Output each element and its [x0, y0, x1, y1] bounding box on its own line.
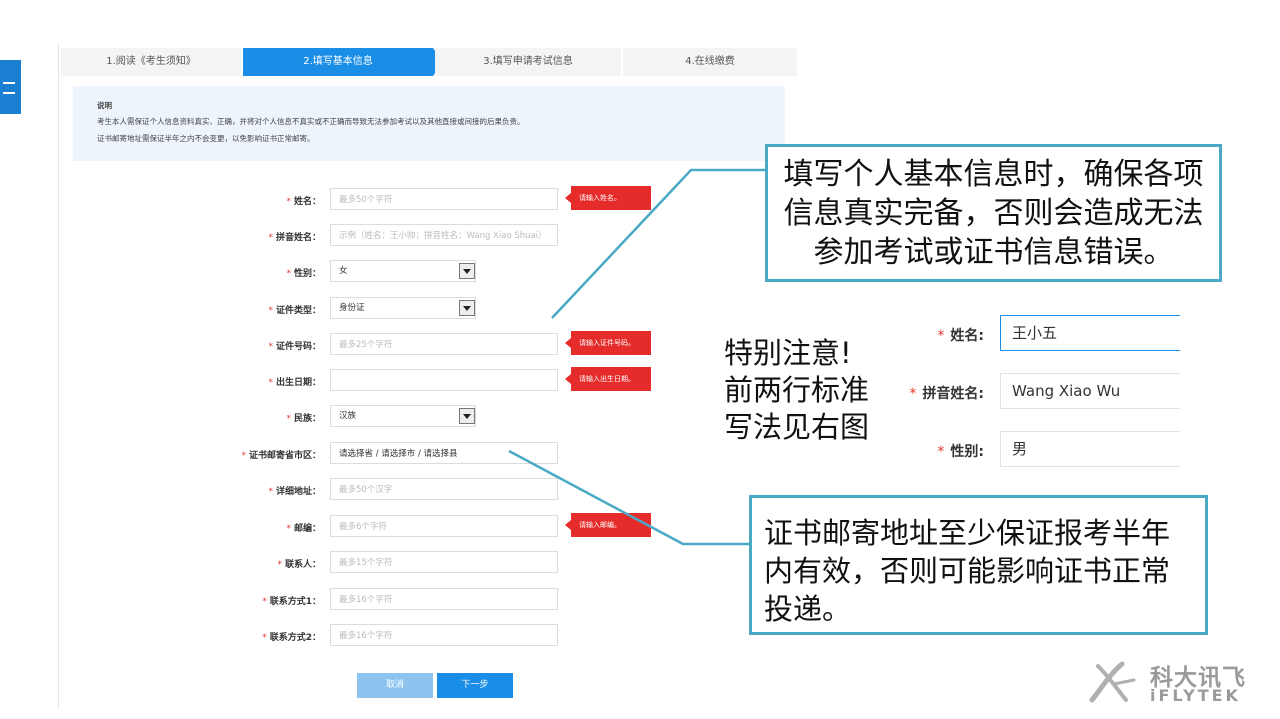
callout-personal-info: 填写个人基本信息时，确保各项信息真实完备，否则会造成无法参加考试或证书信息错误。	[765, 144, 1222, 282]
callout-1-pointer	[551, 168, 768, 319]
iflytek-logo: 科大讯飞 iFLYTEK	[1088, 658, 1258, 708]
example-name-label: 姓名:	[950, 328, 984, 344]
special-note: 特别注意! 前两行标准 写法见右图	[724, 335, 869, 446]
example-pinyin-label: 拼音姓名:	[922, 386, 984, 402]
note-line-1: 特别注意!	[724, 336, 852, 370]
example-gender-label: 性别:	[950, 444, 984, 460]
example-pinyin-input[interactable]: Wang Xiao Wu	[1000, 373, 1180, 409]
note-line-3: 写法见右图	[724, 410, 870, 444]
note-line-2: 前两行标准	[724, 373, 870, 407]
example-gender-row: * 性别: 男	[900, 431, 1180, 467]
example-name-input[interactable]: 王小五	[1000, 315, 1180, 351]
example-name-row: * 姓名: 王小五	[900, 315, 1180, 351]
example-pinyin-row: * 拼音姓名: Wang Xiao Wu	[900, 373, 1180, 409]
logo-text-en: iFLYTEK	[1150, 686, 1241, 705]
iflytek-logo-icon	[1089, 661, 1136, 703]
example-gender-input[interactable]: 男	[1000, 431, 1180, 467]
callout-address: 证书邮寄地址至少保证报考半年内有效，否则可能影响证书正常投递。	[749, 495, 1208, 635]
callout-2-pointer	[508, 449, 752, 546]
